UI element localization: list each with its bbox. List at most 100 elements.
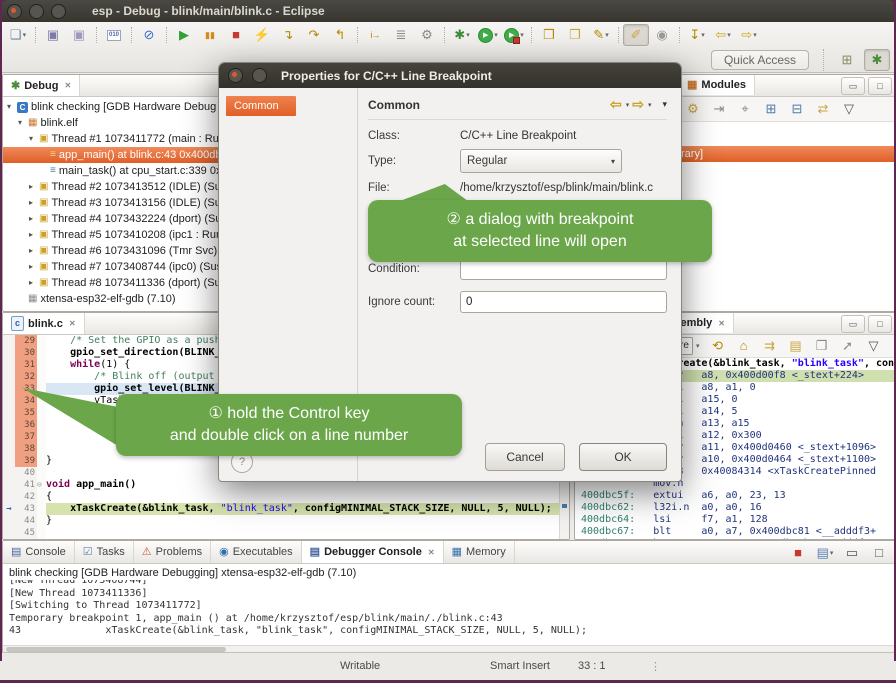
close-icon[interactable]: ✕ <box>718 319 725 328</box>
code-line[interactable]: 44} <box>3 515 569 527</box>
step-into-icon[interactable]: ↴ <box>275 24 301 46</box>
home-icon[interactable]: ⌂ <box>732 336 756 356</box>
line-number[interactable]: 42 <box>15 491 37 503</box>
use-step-filters-icon[interactable]: ⚙ <box>414 24 440 46</box>
debug-icon-dropdown[interactable]: ▾ <box>466 31 470 39</box>
highlighter-icon[interactable]: ✐ <box>623 24 649 46</box>
console-tab-console[interactable]: ▤Console <box>3 541 75 563</box>
forward-icon[interactable]: ⇨ <box>632 96 644 113</box>
console-tab-tasks[interactable]: ☑Tasks <box>75 541 134 563</box>
open-element-icon[interactable]: ❒ <box>536 24 562 46</box>
step-filters-icon[interactable]: ≣ <box>388 24 414 46</box>
link-with-debug-icon[interactable]: ⇄ <box>811 99 835 119</box>
forward-icon-dropdown[interactable]: ▾ <box>753 31 757 39</box>
expander-icon[interactable]: ▸ <box>29 243 39 259</box>
ignore-count-input[interactable] <box>460 291 667 313</box>
line-number[interactable]: 29 <box>15 335 37 347</box>
line-number[interactable]: 45 <box>15 527 37 539</box>
console-output[interactable]: [New Thread 1073408744][New Thread 10734… <box>3 580 895 638</box>
expander-icon[interactable]: ▸ <box>29 259 39 275</box>
code-line[interactable]: →43 xTaskCreate(&blink_task, "blink_task… <box>3 503 569 515</box>
chevron-down-icon[interactable]: ▾ <box>648 101 652 109</box>
line-number[interactable]: 39 <box>15 455 37 467</box>
expand-all-icon[interactable]: ⊞ <box>759 99 783 119</box>
expander-icon[interactable]: ▸ <box>29 195 39 211</box>
line-number[interactable]: 41 <box>15 479 37 491</box>
line-number[interactable]: 32 <box>15 371 37 383</box>
tab-modules[interactable]: ▦ Modules <box>679 75 755 95</box>
save-all-icon[interactable]: ▣ <box>66 24 92 46</box>
close-icon[interactable] <box>7 4 22 19</box>
close-icon[interactable]: ✕ <box>64 81 71 90</box>
minimize-icon[interactable]: ▭ <box>841 77 865 95</box>
sync-active-context-icon[interactable]: ⇉ <box>758 336 782 356</box>
suspend-icon[interactable]: ▮▮ <box>197 24 223 46</box>
run-icon[interactable]: ▶▾ <box>475 24 501 46</box>
expander-icon[interactable]: ▾ <box>7 99 17 115</box>
expander-icon[interactable]: ▸ <box>29 227 39 243</box>
debug-tree-row[interactable]: ▸▣Thread #5 1073410208 (ipc1 : Runni <box>3 227 219 243</box>
debug-tree-row[interactable]: ▸▣Thread #6 1073431096 (Tmr Svc) (S <box>3 243 219 259</box>
run-icon-dropdown[interactable]: ▾ <box>494 31 498 39</box>
line-number[interactable]: 35 <box>15 407 37 419</box>
view-menu-icon[interactable]: ▽ <box>862 336 886 356</box>
view-menu-icon[interactable]: ▾ <box>662 99 667 110</box>
close-icon[interactable]: ✕ <box>428 548 435 557</box>
display-selected-console-icon[interactable]: ▤▾ <box>813 543 837 563</box>
close-icon[interactable]: ✕ <box>69 319 76 328</box>
terminate-console-icon[interactable]: ■ <box>786 543 810 563</box>
line-number[interactable]: 43 <box>15 503 37 515</box>
line-number[interactable]: 30 <box>15 347 37 359</box>
new-wizard-icon[interactable]: ❏▾ <box>5 24 31 46</box>
mark-occurrences-icon[interactable]: ✎▾ <box>588 24 614 46</box>
debug-icon[interactable]: ✱▾ <box>449 24 475 46</box>
fold-icon[interactable]: ⊖ <box>37 479 46 491</box>
debug-tree-row[interactable]: ▸▣Thread #3 1073413156 (IDLE) (Susp <box>3 195 219 211</box>
expander-icon[interactable]: ▸ <box>29 179 39 195</box>
maximize-icon[interactable]: □ <box>868 77 892 95</box>
new-view-icon[interactable]: ❐ <box>810 336 834 356</box>
tab-debug[interactable]: ✱ Debug ✕ <box>3 75 80 96</box>
maximize-icon[interactable] <box>51 4 66 19</box>
deselect-icon[interactable]: ⌖ <box>733 99 757 119</box>
debug-tree-row[interactable]: ≡main_task() at cpu_start.c:339 0x4 <box>3 163 219 179</box>
type-select[interactable]: Regular ▾ <box>460 149 622 173</box>
minimize-icon[interactable]: ▭ <box>841 315 865 333</box>
line-number[interactable]: 38 <box>15 443 37 455</box>
debug-tree-row[interactable]: ▾▦blink.elf <box>3 115 219 131</box>
binary-file-icon[interactable]: 010 <box>101 24 127 46</box>
annotations-icon[interactable]: ◉ <box>649 24 675 46</box>
terminate-icon[interactable]: ■ <box>223 24 249 46</box>
tab-blink-c[interactable]: c blink.c ✕ <box>3 313 85 334</box>
disassembly-line[interactable]: 400dbc64: lsi f7, a1, 128 <box>581 514 895 526</box>
last-edit-location-icon[interactable]: ↧▾ <box>684 24 710 46</box>
console-tab-debugger-console[interactable]: ▤Debugger Console✕ <box>302 541 444 563</box>
expander-icon[interactable]: ▾ <box>18 115 28 131</box>
external-tools-icon[interactable]: ▶▾ <box>501 24 527 46</box>
line-number[interactable]: 37 <box>15 431 37 443</box>
expander-icon[interactable]: ▸ <box>29 211 39 227</box>
disassembly-line[interactable]: 400dbc5f: extui a6, a0, 23, 13 <box>581 490 895 502</box>
disassembly-line[interactable]: 400dbc62: l32i.n a0, a0, 16 <box>581 502 895 514</box>
line-number[interactable]: 34 <box>15 395 37 407</box>
debug-tree-row[interactable]: ≡app_main() at blink.c:43 0x400dbc <box>3 147 219 163</box>
code-line[interactable]: 45 <box>3 527 569 539</box>
step-return-icon[interactable]: ↰ <box>327 24 353 46</box>
quick-access-button[interactable]: Quick Access <box>711 50 809 70</box>
expander-icon[interactable]: ▸ <box>29 275 39 291</box>
debug-tree-row[interactable]: ▦xtensa-esp32-elf-gdb (7.10) <box>3 291 219 307</box>
line-number[interactable]: 40 <box>15 467 37 479</box>
instruction-stepping-icon[interactable]: i→ <box>362 24 388 46</box>
chevron-down-icon[interactable]: ▾ <box>626 101 630 109</box>
debug-tree-row[interactable]: ▾▣Thread #1 1073411772 (main : Runn <box>3 131 219 147</box>
debug-tree-row[interactable]: ▸▣Thread #2 1073413512 (IDLE) (Susp <box>3 179 219 195</box>
step-over-icon[interactable]: ↷ <box>301 24 327 46</box>
load-symbols-icon[interactable]: ⇥ <box>707 99 731 119</box>
ok-button[interactable]: OK <box>579 443 667 471</box>
forward-icon[interactable]: ⇨▾ <box>736 24 762 46</box>
resume-icon[interactable]: ▶ <box>171 24 197 46</box>
disconnect-icon[interactable]: ⚡ <box>249 24 275 46</box>
minimize-icon[interactable] <box>252 68 267 83</box>
back-icon[interactable]: ⇦ <box>610 96 622 113</box>
new-wizard-icon-dropdown[interactable]: ▾ <box>23 31 27 39</box>
